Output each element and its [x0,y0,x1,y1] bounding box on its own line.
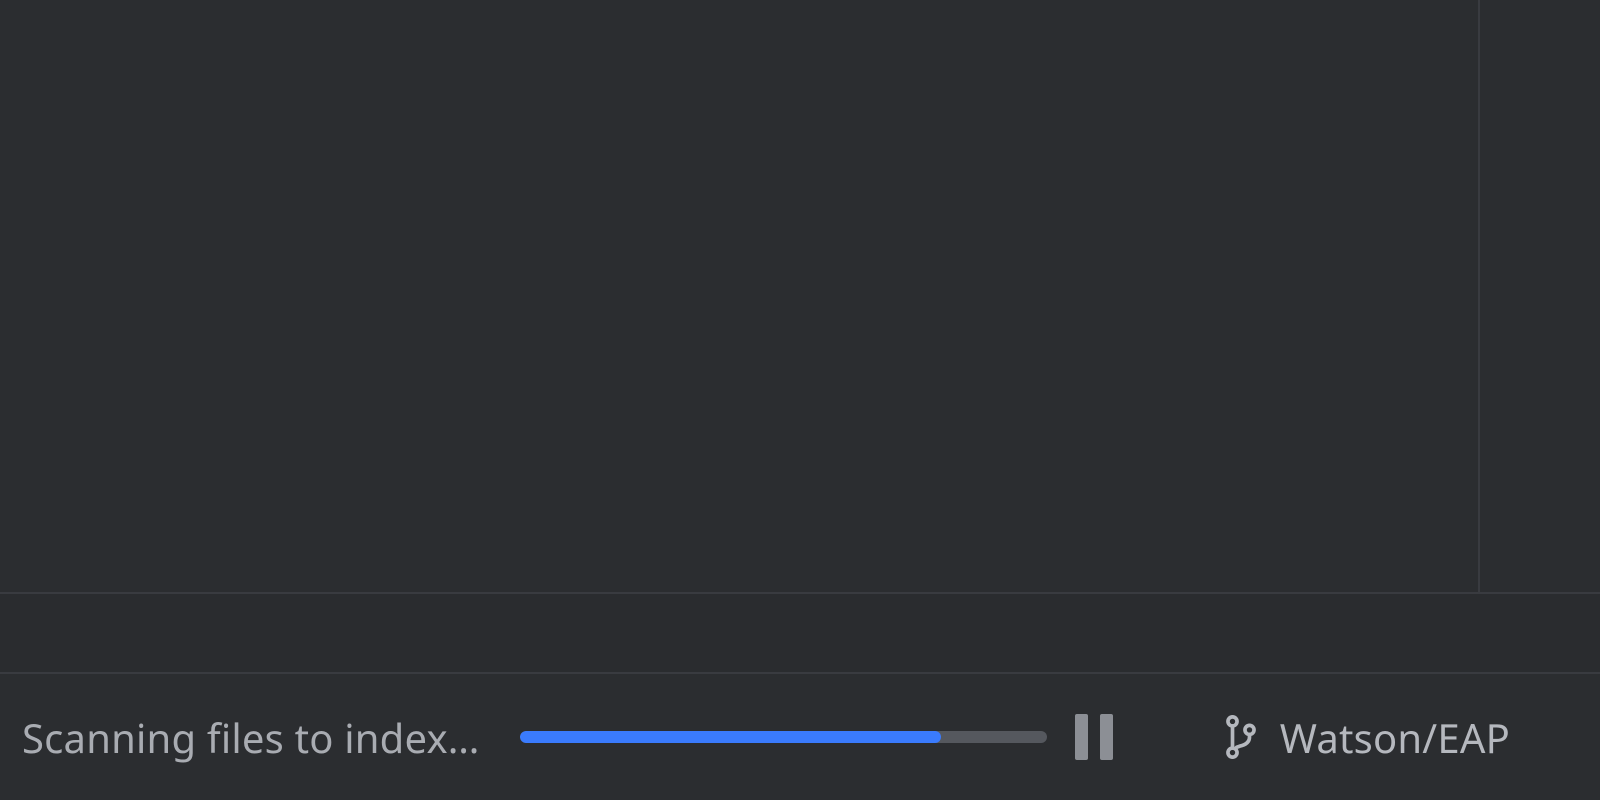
git-branch-icon [1224,713,1258,761]
background-task-label[interactable]: Scanning files to index… [0,710,480,765]
editor-area [0,0,1600,592]
editor-right-gutter [1478,0,1600,592]
git-branch-widget[interactable]: Watson/EAP [1224,710,1600,765]
tool-window-bar [0,592,1600,676]
git-branch-name: Watson/EAP [1280,710,1510,765]
pause-icon [1075,714,1088,760]
pause-button[interactable] [1075,714,1113,760]
pause-icon [1100,714,1113,760]
status-bar: Scanning files to index… Watson/EAP [0,672,1600,800]
background-task-progress[interactable] [520,731,1047,743]
editor-main-pane [0,0,1478,592]
background-task-progress-fill [520,731,942,743]
